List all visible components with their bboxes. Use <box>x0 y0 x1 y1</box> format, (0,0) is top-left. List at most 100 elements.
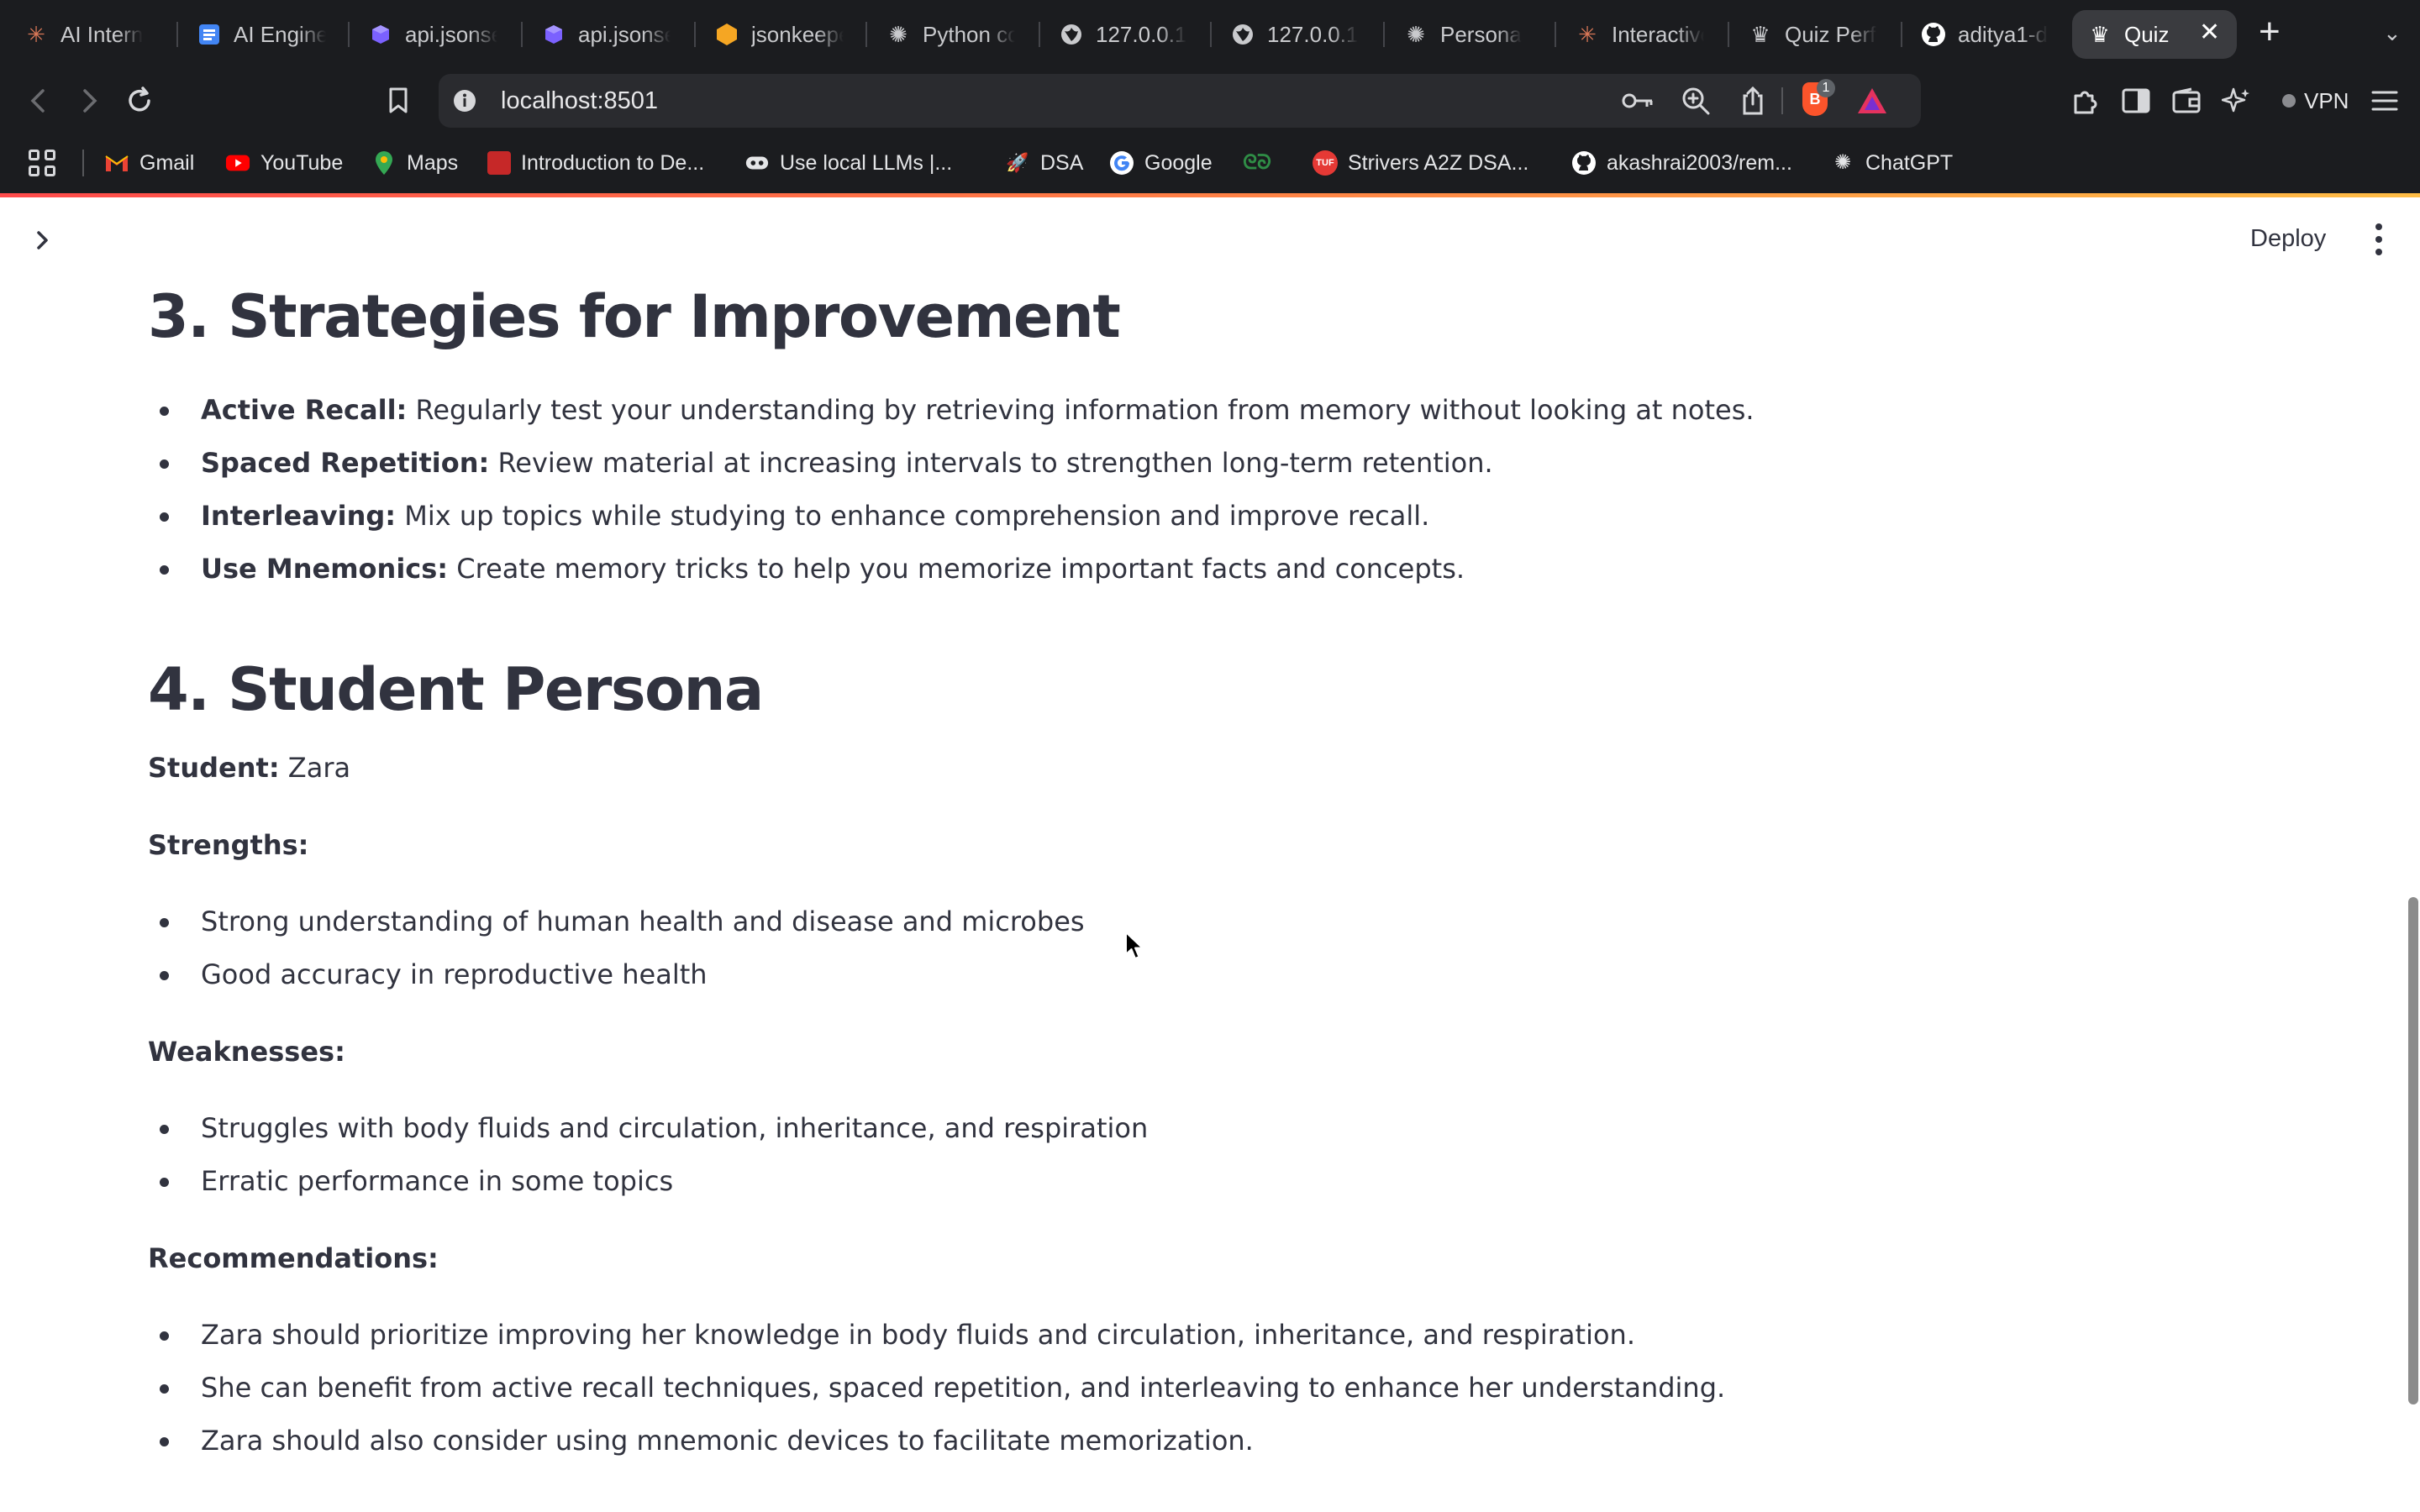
strategy-text: Review material at increasing intervals … <box>489 447 1493 479</box>
main-menu-kebab-icon[interactable] <box>2366 220 2391 259</box>
recommendations-heading: Recommendations: <box>148 1232 2249 1285</box>
bookmark-gmail[interactable]: Gmail <box>104 144 194 181</box>
browser-tab[interactable]: jsonkeeper <box>699 10 859 59</box>
tab-separator <box>694 22 696 47</box>
close-tab-icon[interactable]: ✕ <box>2199 20 2220 45</box>
bookmark-intro-course[interactable]: Introduction to De... <box>487 144 704 181</box>
browser-tab[interactable]: api.jsonserve <box>526 10 686 59</box>
tab-title: aditya1-d <box>1958 21 2048 47</box>
chatgpt-icon: ✺ <box>1833 151 1852 174</box>
streamlit-crown-icon: ♛ <box>1750 22 1770 47</box>
tab-title: Quiz Performance <box>1785 21 1877 47</box>
globe-icon <box>1059 22 1084 47</box>
bookmark-strivers[interactable]: TUF Strivers A2Z DSA... <box>1313 144 1528 181</box>
tab-title: AI Engineer <box>234 21 326 47</box>
browser-tab[interactable]: ✳ AI Intern <box>8 10 168 59</box>
bookmark-local-llms[interactable]: Use local LLMs |... <box>744 144 952 181</box>
tab-title: 127.0.0.1 <box>1267 21 1359 47</box>
site-info-icon[interactable] <box>450 84 480 118</box>
strategy-term: Spaced Repetition: <box>201 447 490 479</box>
geeksforgeeks-icon: ᘓᘐ <box>1243 151 1271 174</box>
password-key-icon[interactable] <box>1620 82 1657 119</box>
bookmark-google[interactable]: Google <box>1109 144 1213 181</box>
bookmark-github-repo[interactable]: akashrai2003/rem... <box>1571 144 1792 181</box>
bookmark-label: Google <box>1144 150 1213 175</box>
browser-tab[interactable]: api.jsonserve <box>353 10 513 59</box>
deploy-button[interactable]: Deploy <box>2232 217 2344 260</box>
chevron-right-icon <box>37 231 48 249</box>
zoom-icon[interactable] <box>1677 82 1714 119</box>
strategy-text: Mix up topics while studying to enhance … <box>396 500 1430 532</box>
bookmark-youtube[interactable]: YouTube <box>225 144 343 181</box>
github-icon <box>1921 22 1946 47</box>
vpn-label: VPN <box>2304 87 2349 113</box>
browser-tab[interactable]: 127.0.0.1 <box>1215 10 1375 59</box>
strategy-term: Use Mnemonics: <box>201 553 449 585</box>
main-content: 3. Strategies for Improvement Active Rec… <box>148 281 2249 1467</box>
bookmark-label: Strivers A2Z DSA... <box>1348 150 1529 175</box>
back-arrow-icon <box>30 89 45 113</box>
share-icon[interactable] <box>1734 82 1771 119</box>
tab-search-chevron-icon[interactable]: ⌄ <box>2383 20 2402 46</box>
reload-button[interactable] <box>119 81 160 121</box>
tab-title: Quiz <box>2124 21 2170 47</box>
recommendations-list: Zara should prioritize improving her kno… <box>148 1309 2249 1467</box>
streamlit-crown-icon: ♛ <box>2090 22 2110 47</box>
tab-separator <box>1210 22 1212 47</box>
scrollbar-thumb[interactable] <box>2408 897 2418 1404</box>
student-label: Student: <box>148 752 280 784</box>
tab-title: AI Intern <box>60 21 144 47</box>
bookmark-icon <box>389 87 408 113</box>
sidebar-panel-icon[interactable] <box>2116 81 2156 121</box>
brave-rewards-icon[interactable] <box>1854 82 1891 119</box>
tab-title: api.jsonserve <box>578 21 671 47</box>
tab-title: 127.0.0.1 <box>1096 21 1187 47</box>
jsonserve-icon <box>541 22 566 47</box>
extensions-icon[interactable] <box>2065 81 2106 121</box>
apps-grid-icon[interactable] <box>29 150 55 176</box>
bookmark-geeksforgeeks[interactable]: ᘓᘐ <box>1242 144 1282 181</box>
weaknesses-list: Struggles with body fluids and circulati… <box>148 1102 2249 1208</box>
back-button[interactable] <box>20 82 57 119</box>
tab-separator <box>1383 22 1385 47</box>
leo-ai-icon[interactable] <box>2217 81 2257 121</box>
browser-tab[interactable]: 127.0.0.1 <box>1044 10 1203 59</box>
list-item: Interleaving: Mix up topics while studyi… <box>148 490 2249 543</box>
omnibox-divider <box>1781 87 1783 114</box>
main-menu-icon[interactable] <box>2365 81 2405 121</box>
forward-button[interactable] <box>71 82 108 119</box>
tab-separator <box>1901 22 1902 47</box>
bookmark-maps[interactable]: Maps <box>371 144 458 181</box>
takeuforward-icon: TUF <box>1313 150 1338 176</box>
vpn-button[interactable]: VPN <box>2270 81 2360 121</box>
bookmark-label: Introduction to De... <box>521 150 705 175</box>
course-icon <box>487 151 511 175</box>
browser-tab[interactable]: ♛ Quiz Performance <box>1733 10 1892 59</box>
bookmark-dsa[interactable]: 🚀 DSA <box>1005 144 1083 181</box>
bookmarks-divider <box>82 150 84 176</box>
browser-tab[interactable]: aditya1-d <box>1906 10 2065 59</box>
tab-title: Persona <box>1440 21 1522 47</box>
docs-icon <box>197 22 222 47</box>
tab-separator <box>176 22 178 47</box>
bookmark-label: ChatGPT <box>1865 150 1954 175</box>
browser-tab[interactable]: ✺ Persona <box>1388 10 1548 59</box>
claude-icon: ✳ <box>27 22 45 47</box>
list-item: Good accuracy in reproductive health <box>148 948 2249 1001</box>
wallet-icon[interactable] <box>2166 81 2207 121</box>
section-heading-strategies: 3. Strategies for Improvement <box>148 282 1121 351</box>
browser-tab[interactable]: ✺ Python code <box>871 10 1030 59</box>
browser-tab[interactable]: AI Engineer <box>182 10 341 59</box>
tab-separator <box>865 22 867 47</box>
bookmark-chatgpt[interactable]: ✺ ChatGPT <box>1830 144 1953 181</box>
address-url-text[interactable]: localhost:8501 <box>501 82 658 119</box>
browser-tab[interactable]: ✳ Interactive <box>1560 10 1719 59</box>
tab-title: Python code <box>923 21 1015 47</box>
tab-title: Interactive <box>1612 21 1704 47</box>
strategies-list: Active Recall: Regularly test your under… <box>148 384 2249 596</box>
new-tab-button[interactable]: + <box>2259 13 2281 50</box>
youtube-icon <box>225 150 250 176</box>
sidebar-expand-button[interactable] <box>25 223 59 257</box>
bookmark-page-button[interactable] <box>380 82 417 119</box>
bookmark-label: akashrai2003/rem... <box>1607 150 1792 175</box>
